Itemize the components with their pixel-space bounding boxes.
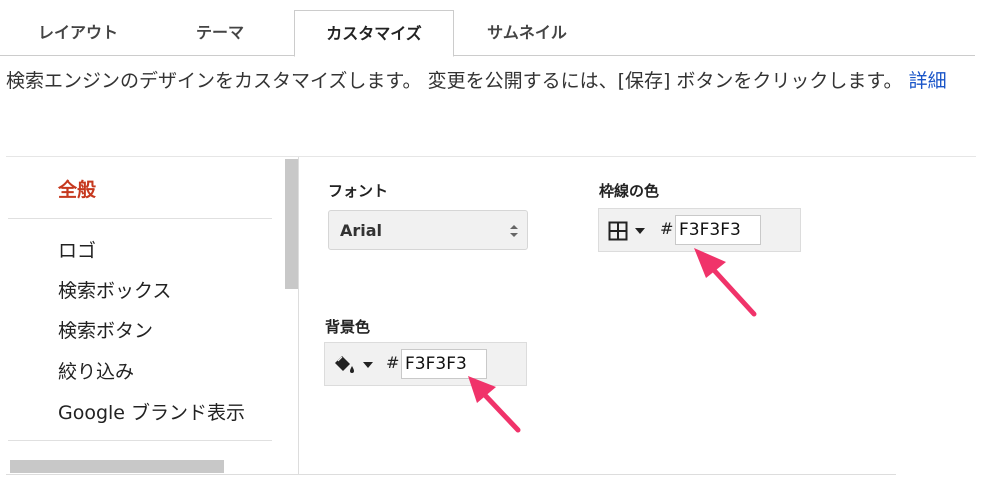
tab-bar: レイアウト テーマ カスタマイズ サムネイル [0,0,975,57]
paint-bucket-icon[interactable] [332,354,356,376]
nav-item-search-box[interactable]: 検索ボックス [58,276,171,303]
description-text: 検索エンジンのデザインをカスタマイズします。 変更を公開するには、[保存] ボタ… [6,70,903,92]
chevron-down-icon[interactable] [363,362,373,368]
hash-symbol: # [386,353,400,372]
nav-item-google-branding[interactable]: Google ブランド表示 [58,398,245,425]
bottom-divider [6,474,896,475]
hash-symbol: # [660,219,674,238]
settings-nav: 全般 ロゴ 検索ボックス 検索ボタン 絞り込み Google ブランド表示 [8,157,298,500]
nav-divider [8,440,272,441]
nav-item-logo[interactable]: ロゴ [58,236,96,263]
font-select[interactable]: Arial [328,210,528,250]
nav-divider [8,218,272,219]
annotation-arrow-icon [468,376,521,433]
background-color-label: 背景色 [325,318,371,336]
tab-theme[interactable]: テーマ [155,10,285,55]
border-grid-icon[interactable] [608,221,628,241]
nav-horizontal-scrollbar[interactable] [10,460,224,473]
nav-vertical-scrollbar[interactable] [285,159,298,289]
annotation-arrow-icon [694,248,757,317]
nav-panel-border [298,157,299,475]
details-link[interactable]: 詳細 [909,70,947,92]
font-select-value: Arial [340,221,383,240]
nav-item-refinements[interactable]: 絞り込み [58,357,134,384]
chevron-down-icon[interactable] [635,228,645,234]
select-updown-icon [510,225,518,237]
border-color-label: 枠線の色 [599,182,660,200]
tab-customize[interactable]: カスタマイズ [294,10,454,57]
tab-bar-divider [0,55,975,56]
tab-layout[interactable]: レイアウト [14,10,142,55]
nav-item-general[interactable]: 全般 [58,175,96,202]
nav-item-search-button[interactable]: 検索ボタン [58,316,153,343]
page-description: 検索エンジンのデザインをカスタマイズします。 変更を公開するには、[保存] ボタ… [6,68,971,95]
font-label: フォント [328,182,389,200]
tab-thumbnail[interactable]: サムネイル [462,10,592,55]
